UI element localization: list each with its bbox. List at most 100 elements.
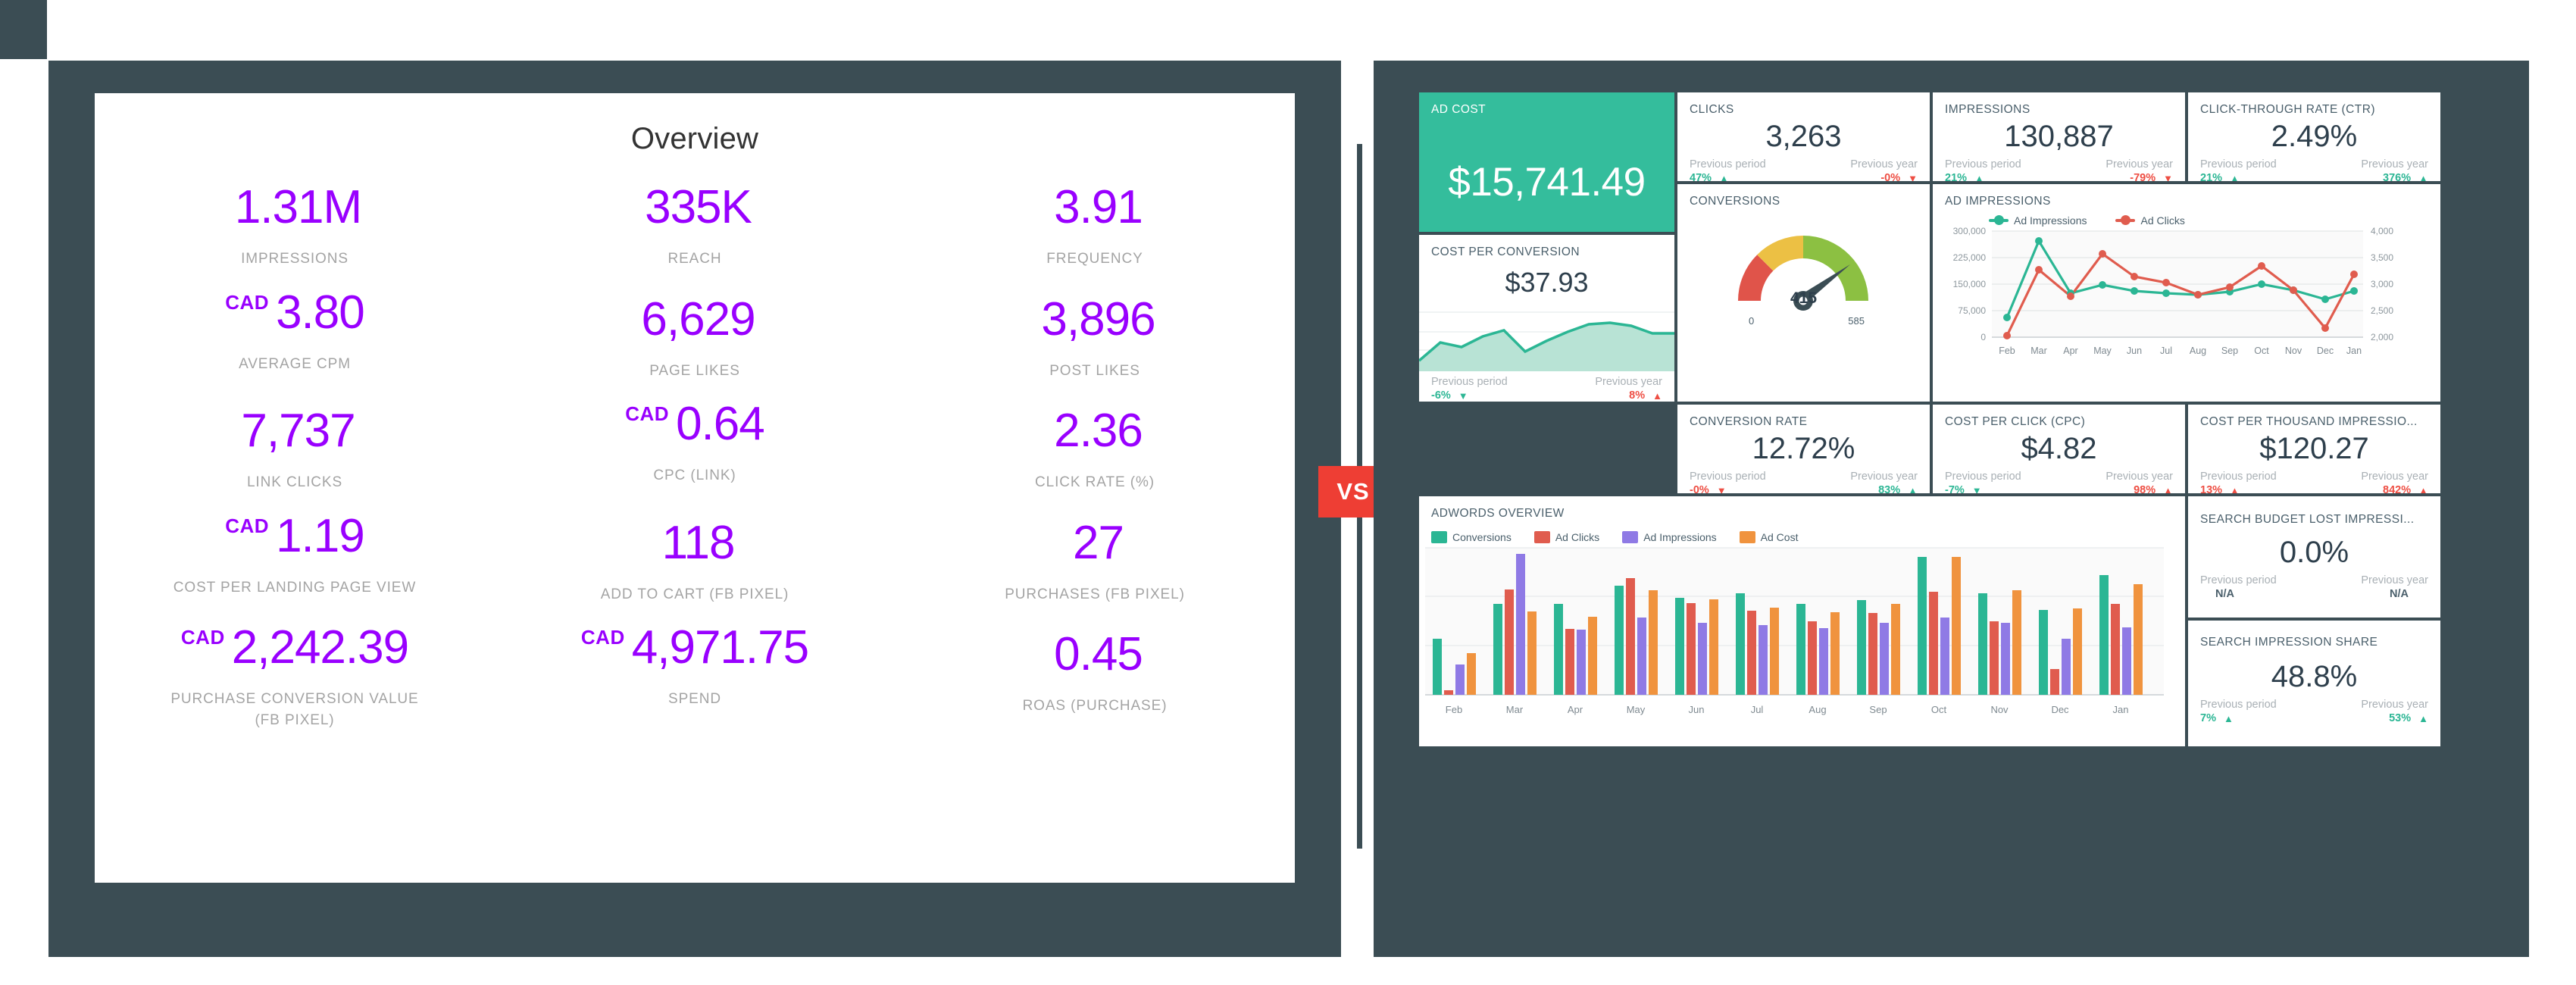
card-ad-impressions-chart[interactable]: AD IMPRESSIONS Ad Impressions Ad Clicks — [1933, 184, 2440, 402]
kpi-purchase-conversion-value[interactable]: CAD 2,242.39 PURCHASE CONVERSION VALUE (F… — [95, 624, 495, 730]
kpi-label: AVERAGE CPM — [239, 355, 351, 372]
card-cost-per-click[interactable]: COST PER CLICK (CPC) $4.82 Previous peri… — [1933, 405, 2185, 493]
metric-value: 0.0% — [2279, 536, 2349, 569]
kpi-value: 4,971.75 — [631, 621, 809, 674]
svg-text:Dec: Dec — [2317, 346, 2334, 356]
kpi-frequency[interactable]: 3.91 FREQUENCY — [895, 177, 1295, 289]
kpi-average-cpm[interactable]: CAD 3.80 AVERAGE CPM — [95, 289, 495, 402]
kpi-value: 6,629 — [641, 292, 755, 346]
svg-text:Jan: Jan — [2113, 704, 2129, 715]
comparison-values: 21% ▲ 376% ▲ — [2188, 172, 2440, 181]
kpi-label: CLICK RATE (%) — [1035, 474, 1155, 491]
card-title: CLICKS — [1690, 103, 1734, 116]
svg-text:Feb: Feb — [1446, 704, 1462, 715]
card-title: SEARCH IMPRESSION SHARE — [2200, 636, 2378, 649]
prev-period-label: Previous period — [2200, 574, 2277, 586]
card-cost-per-thousand-impressions[interactable]: COST PER THOUSAND IMPRESSIO... $120.27 P… — [2188, 405, 2440, 493]
legend-item-conversions[interactable]: Conversions — [1431, 531, 1512, 543]
kpi-label: POST LIKES — [1049, 362, 1140, 379]
svg-text:Mar: Mar — [2030, 346, 2047, 356]
svg-text:2,000: 2,000 — [2371, 332, 2393, 342]
kpi-value: 3,896 — [1041, 292, 1155, 346]
ad-cost-value: $15,741.49 — [1448, 160, 1646, 205]
legend-item-ad-clicks[interactable]: Ad Clicks — [1533, 531, 1599, 543]
kpi-cpc-link[interactable]: CAD 0.64 CPC (LINK) — [495, 401, 895, 513]
prev-year-delta: -79% — [2130, 172, 2156, 181]
comparison-labels: Previous period Previous year — [1677, 471, 1930, 483]
card-search-budget-lost-impression-share[interactable]: SEARCH BUDGET LOST IMPRESSI... 0.0% Prev… — [2188, 496, 2440, 618]
card-title: COST PER THOUSAND IMPRESSIO... — [2200, 415, 2418, 428]
prev-period-label: Previous period — [1690, 471, 1766, 483]
card-search-impression-share[interactable]: SEARCH IMPRESSION SHARE 48.8% Previous p… — [2188, 621, 2440, 746]
prev-period-delta: 47% — [1690, 172, 1712, 181]
prev-year-delta: 376% — [2383, 172, 2412, 181]
kpi-roas-purchase[interactable]: 0.45 ROAS (PURCHASE) — [895, 624, 1295, 730]
kpi-spend[interactable]: CAD 4,971.75 SPEND — [495, 624, 895, 730]
svg-text:3,500: 3,500 — [2371, 252, 2393, 263]
card-impressions[interactable]: IMPRESSIONS 130,887 Previous period Prev… — [1933, 92, 2185, 181]
card-title: AD COST — [1431, 103, 1487, 116]
metric-value: 3,263 — [1765, 120, 1842, 153]
prev-year-delta: N/A — [2390, 588, 2409, 600]
comparison-values: 21% ▲ -79% ▼ — [1933, 172, 2185, 181]
kpi-value: 335K — [645, 181, 752, 233]
svg-text:Nov: Nov — [2285, 346, 2302, 356]
comparison-stage: Overview 1.31M IMPRESSIONS 335K REACH 3.… — [0, 0, 2576, 985]
svg-text:Sep: Sep — [2221, 346, 2238, 356]
comparison-values: 7% ▲ 53% ▲ — [2188, 712, 2440, 724]
kpi-label: REACH — [667, 251, 722, 267]
legend-marker-icon — [1989, 215, 2009, 225]
svg-text:May: May — [1627, 704, 1646, 715]
card-title: SEARCH BUDGET LOST IMPRESSI... — [2200, 513, 2415, 526]
card-adwords-overview[interactable]: ADWORDS OVERVIEW Conversions Ad Clicks A… — [1419, 496, 2185, 746]
legend-item-ad-clicks[interactable]: Ad Clicks — [2115, 214, 2185, 227]
kpi-label: ROAS (PURCHASE) — [1022, 698, 1168, 715]
card-ad-cost[interactable]: AD COST $15,741.49 — [1419, 92, 1674, 232]
kpi-add-to-cart[interactable]: 118 ADD TO CART (FB PIXEL) — [495, 513, 895, 625]
prev-period-label: Previous period — [1690, 158, 1766, 170]
legend-label: Conversions — [1452, 531, 1512, 543]
prev-period-label: Previous period — [1945, 158, 2021, 170]
card-conversion-rate[interactable]: CONVERSION RATE 12.72% Previous period P… — [1677, 405, 1930, 493]
svg-text:Sep: Sep — [1869, 704, 1887, 715]
kpi-cost-per-landing-page-view[interactable]: CAD 1.19 COST PER LANDING PAGE VIEW — [95, 512, 495, 625]
card-click-through-rate[interactable]: CLICK-THROUGH RATE (CTR) 2.49% Previous … — [2188, 92, 2440, 181]
legend-label: Ad Cost — [1760, 531, 1799, 543]
svg-text:150,000: 150,000 — [1953, 279, 1987, 289]
line-chart-svg: 300,000 225,000 150,000 75,000 0 4,000 3,500… — [1953, 226, 2394, 356]
prev-period-label: Previous period — [1431, 376, 1508, 388]
card-cost-per-conversion[interactable]: COST PER CONVERSION $37.93 Previous peri… — [1419, 235, 1674, 402]
kpi-value: 0.64 — [676, 398, 765, 451]
svg-text:Aug: Aug — [1809, 704, 1826, 715]
prev-year-label: Previous year — [2361, 471, 2428, 483]
kpi-click-rate[interactable]: 2.36 CLICK RATE (%) — [895, 401, 1295, 513]
prev-period-delta: 21% — [2200, 172, 2223, 181]
kpi-post-likes[interactable]: 3,896 POST LIKES — [895, 289, 1295, 402]
prev-year-delta: 842% — [2383, 484, 2412, 493]
gauge-chart: 415 0 585 — [1677, 210, 1930, 327]
legend-item-ad-impressions[interactable]: Ad Impressions — [1622, 531, 1717, 543]
metric-value: $37.93 — [1505, 267, 1589, 298]
card-title: AD IMPRESSIONS — [1945, 195, 2051, 208]
kpi-purchases[interactable]: 27 PURCHASES (FB PIXEL) — [895, 513, 1295, 625]
kpi-value: 2.36 — [1054, 405, 1143, 458]
chevron-up-icon: ▲ — [1652, 389, 1662, 402]
comparison-values: 47% ▲ -0% ▼ — [1677, 172, 1930, 181]
metric-value: $4.82 — [2021, 432, 2097, 465]
prev-year-label: Previous year — [2361, 574, 2428, 586]
kpi-impressions[interactable]: 1.31M IMPRESSIONS — [95, 177, 495, 289]
card-conversions-gauge[interactable]: CONVERSIONS 415 0 585 — [1677, 184, 1930, 402]
kpi-page-likes[interactable]: 6,629 PAGE LIKES — [495, 289, 895, 402]
svg-text:3,000: 3,000 — [2371, 279, 2393, 289]
page-title: Overview — [630, 122, 759, 155]
kpi-value: 27 — [1073, 516, 1124, 569]
legend-item-ad-cost[interactable]: Ad Cost — [1739, 531, 1799, 543]
prev-period-delta: -6% — [1431, 389, 1451, 402]
card-title: IMPRESSIONS — [1945, 103, 2030, 116]
legend-item-ad-impressions[interactable]: Ad Impressions — [1989, 214, 2087, 227]
kpi-link-clicks[interactable]: 7,737 LINK CLICKS — [95, 401, 495, 513]
kpi-value: 118 — [661, 516, 736, 569]
kpi-label: PAGE LIKES — [649, 362, 740, 379]
kpi-reach[interactable]: 335K REACH — [495, 177, 895, 289]
card-clicks[interactable]: CLICKS 3,263 Previous period Previous ye… — [1677, 92, 1930, 181]
